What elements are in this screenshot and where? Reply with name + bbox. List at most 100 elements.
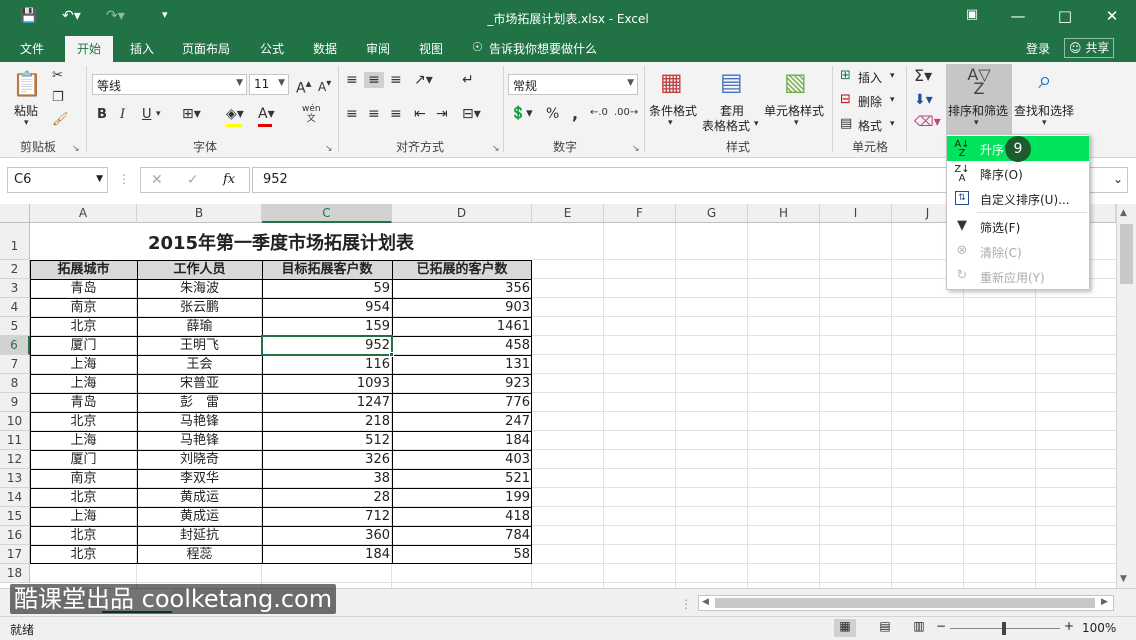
align-right-icon[interactable]: ≡ [390,106,402,122]
horizontal-scrollbar[interactable]: ◀ ▶ [698,595,1114,611]
table-data-cell[interactable]: 1093 [262,374,392,393]
table-data-cell[interactable]: 218 [262,412,392,431]
table-data-cell[interactable]: 131 [392,355,532,374]
table-data-cell[interactable]: 宋普亚 [137,374,262,393]
orientation-icon[interactable]: ↗▾ [414,72,433,88]
cell-styles-dropdown-icon[interactable]: ▾ [794,118,799,128]
table-data-cell[interactable]: 北京 [30,488,137,507]
italic-button[interactable]: I [120,107,125,122]
table-data-cell[interactable]: 北京 [30,317,137,336]
share-button[interactable]: ☺ 共享 [1064,38,1115,58]
table-data-cell[interactable]: 南京 [30,298,137,317]
table-data-cell[interactable]: 28 [262,488,392,507]
clipboard-dialog-icon[interactable]: ↘ [72,144,80,154]
font-name-combo[interactable]: 等线 ▼ [92,74,247,95]
vertical-scrollbar[interactable]: ▲ ▼ [1116,204,1136,588]
paste-icon[interactable]: 📋 [12,70,42,98]
table-data-cell[interactable]: 776 [392,393,532,412]
zoom-slider-thumb[interactable] [1002,622,1006,635]
zoom-level[interactable]: 100% [1082,621,1116,635]
table-data-cell[interactable]: 彭 雷 [137,393,262,412]
table-data-cell[interactable]: 马艳锋 [137,431,262,450]
find-icon[interactable]: ⌕ [1030,66,1060,94]
row-header-9[interactable]: 9 [0,393,30,412]
conditional-format-button[interactable]: 条件格式 [649,102,697,119]
table-data-cell[interactable]: 北京 [30,526,137,545]
alignment-dialog-icon[interactable]: ↘ [492,144,500,154]
select-all-corner[interactable] [0,204,30,223]
expand-formula-icon[interactable]: ⌄ [1113,172,1123,186]
clear-icon[interactable]: ⌫▾ [914,114,941,130]
number-format-combo[interactable]: 常规 ▼ [508,74,638,95]
format-painter-icon[interactable]: 🖌 [52,112,69,127]
menu-item-custom-sort[interactable]: ⇅ 自定义排序(U)... [947,186,1089,211]
format-cells-button[interactable]: 格式 [858,117,882,134]
tab-page-layout[interactable]: 页面布局 [182,40,230,57]
paste-button[interactable]: 粘贴 [14,102,38,119]
tab-view[interactable]: 视图 [419,40,443,57]
column-header-i[interactable]: I [820,204,892,223]
table-data-cell[interactable]: 王会 [137,355,262,374]
column-header-e[interactable]: E [532,204,604,223]
table-data-cell[interactable]: 403 [392,450,532,469]
table-dropdown-icon[interactable]: ▾ [754,119,759,129]
underline-button[interactable]: U [142,107,152,122]
delete-cells-icon[interactable]: ⊟ [840,92,851,107]
table-data-cell[interactable]: 张云鹏 [137,298,262,317]
name-box[interactable]: C6 ▼ [7,167,108,193]
table-data-cell[interactable]: 马艳锋 [137,412,262,431]
row-header-17[interactable]: 17 [0,545,30,564]
table-header-cell[interactable]: 拓展城市 [30,260,137,279]
zoom-out-icon[interactable]: − [936,619,946,633]
fill-handle[interactable] [389,352,394,357]
table-data-cell[interactable]: 李双华 [137,469,262,488]
number-dialog-icon[interactable]: ↘ [632,144,640,154]
table-data-cell[interactable]: 青岛 [30,393,137,412]
conditional-format-icon[interactable]: ▦ [660,68,683,96]
shrink-font-icon[interactable]: A▾ [318,78,331,94]
normal-view-icon[interactable]: ▦ [834,619,856,637]
page-break-view-icon[interactable]: ▥ [908,619,930,633]
row-header-16[interactable]: 16 [0,526,30,545]
tab-data[interactable]: 数据 [313,40,337,57]
format-cells-icon[interactable]: ▤ [840,116,852,131]
table-data-cell[interactable]: 薛瑜 [137,317,262,336]
row-header-1[interactable]: 1 [0,223,30,260]
scroll-right-icon[interactable]: ▶ [1101,597,1108,607]
insert-cells-button[interactable]: 插入 [858,69,882,86]
table-data-cell[interactable]: 326 [262,450,392,469]
sort-filter-button[interactable]: A▽ Z 排序和筛选 ▾ [946,64,1012,134]
align-left-icon[interactable]: ≡ [346,106,358,122]
row-header-14[interactable]: 14 [0,488,30,507]
table-data-cell[interactable]: 黄成运 [137,507,262,526]
table-data-cell[interactable]: 58 [392,545,532,564]
login-link[interactable]: 登录 [1026,40,1050,57]
restore-icon[interactable]: □ [1050,7,1080,25]
paste-dropdown-icon[interactable]: ▾ [24,118,29,128]
find-dropdown-icon[interactable]: ▾ [1042,118,1047,128]
format-as-table-icon[interactable]: ▤ [720,68,743,96]
table-data-cell[interactable]: 1247 [262,393,392,412]
increase-decimal-icon[interactable]: ←.0 [590,107,608,118]
table-data-cell[interactable]: 朱海波 [137,279,262,298]
column-header-b[interactable]: B [137,204,262,223]
align-center-icon[interactable]: ≡ [368,106,380,122]
table-data-cell[interactable]: 程蕊 [137,545,262,564]
row-header-12[interactable]: 12 [0,450,30,469]
vertical-scroll-thumb[interactable] [1120,224,1133,284]
table-data-cell[interactable]: 厦门 [30,336,137,355]
font-dialog-icon[interactable]: ↘ [325,144,333,154]
menu-item-filter[interactable]: ▼ 筛选(F) [947,214,1089,239]
font-color-icon[interactable]: A▾ [258,106,275,122]
delete-cells-button[interactable]: 删除 [858,93,882,110]
table-data-cell[interactable]: 903 [392,298,532,317]
table-data-cell[interactable]: 458 [392,336,532,355]
tab-file[interactable]: 文件 [20,40,44,57]
cell-styles-icon[interactable]: ▧ [784,68,807,96]
font-size-combo[interactable]: 11 ▼ [249,74,289,95]
table-data-cell[interactable]: 南京 [30,469,137,488]
table-data-cell[interactable]: 上海 [30,507,137,526]
table-data-cell[interactable]: 青岛 [30,279,137,298]
column-header-a[interactable]: A [30,204,137,223]
find-select-button[interactable]: 查找和选择 [1014,102,1074,119]
